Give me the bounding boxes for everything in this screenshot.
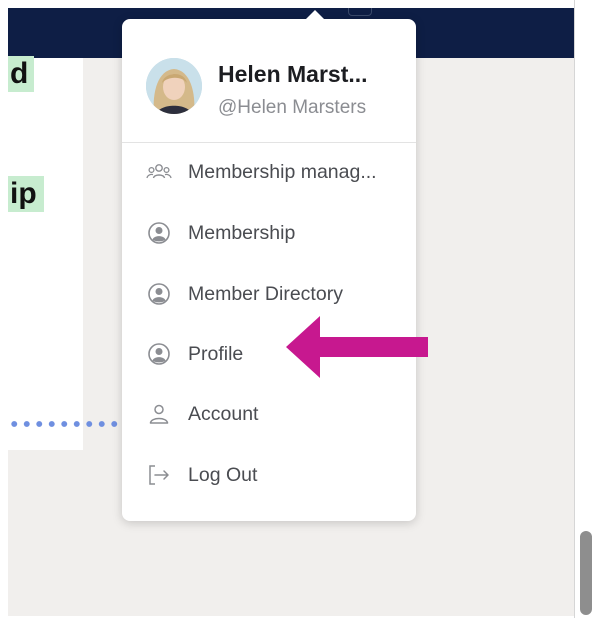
menu-item-label: Membership manag... (188, 161, 377, 183)
menu-item-membership-management[interactable]: Membership manag... (122, 150, 416, 194)
menu-caret (305, 10, 325, 20)
people-group-icon (146, 160, 172, 184)
profile-handle: @Helen Marsters (218, 97, 367, 118)
menu-item-label: Account (188, 403, 259, 425)
menu-item-log-out[interactable]: Log Out (122, 453, 416, 497)
menu-item-member-directory[interactable]: Member Directory (122, 272, 416, 316)
menu-divider (122, 142, 416, 143)
user-circle-icon (146, 342, 172, 366)
scrollbar-thumb[interactable] (580, 531, 592, 615)
content-panel (8, 58, 83, 450)
highlighted-text-fragment: ip (8, 176, 44, 212)
user-icon (146, 402, 172, 426)
menu-item-label: Log Out (188, 464, 258, 486)
pointer-arrow-icon (286, 316, 428, 378)
dotted-divider (8, 418, 120, 430)
menu-item-label: Membership (188, 222, 296, 244)
avatar[interactable] (146, 58, 202, 114)
user-dropdown-menu: Helen Marst... @Helen Marsters Membershi… (122, 10, 416, 521)
menu-item-membership[interactable]: Membership (122, 211, 416, 255)
user-circle-icon (146, 221, 172, 245)
arrow-shape (286, 316, 428, 378)
avatar-photo (146, 58, 202, 114)
nav-icon[interactable] (348, 8, 372, 16)
logout-icon (146, 463, 172, 487)
menu-item-account[interactable]: Account (122, 392, 416, 436)
scrollbar-track[interactable] (574, 0, 600, 618)
menu-item-label: Member Directory (188, 283, 343, 305)
profile-name: Helen Marst... (218, 61, 368, 87)
user-circle-icon (146, 282, 172, 306)
highlighted-text-fragment: d (8, 56, 34, 92)
